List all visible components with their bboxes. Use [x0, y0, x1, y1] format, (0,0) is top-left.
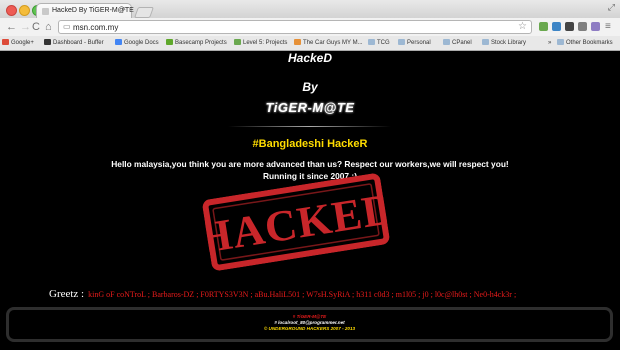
message: Hello malaysia,you think you are more ad… — [0, 158, 620, 182]
extension-icon[interactable] — [578, 22, 587, 31]
greetz-names: kinG oF coNTroL ; Barbaros-DZ ; F0RTYS3V… — [88, 290, 517, 299]
divider — [228, 126, 391, 127]
tab-close-icon[interactable]: × — [122, 6, 126, 13]
browser-tab[interactable]: HackeD By TiGER-M@TE × — [36, 3, 134, 18]
hacker-name: TiGER-M@TE — [265, 100, 355, 115]
bookmark-folder[interactable]: Personal — [398, 38, 431, 48]
footer-box: # TiGER-M@TE # localroot_80@programmer.n… — [6, 307, 613, 342]
other-bookmarks[interactable]: Other Bookmarks — [557, 38, 613, 48]
reload-icon[interactable]: C — [32, 20, 40, 34]
bookmarks-overflow-icon[interactable]: » — [548, 38, 551, 48]
google-docs-icon — [115, 39, 122, 46]
bookmark-item[interactable]: Level 5: Projects — [234, 38, 287, 48]
address-bar[interactable]: ▭ msn.com.my ☆ — [58, 20, 532, 34]
folder-icon — [482, 39, 489, 46]
message-line-1: Hello malaysia,you think you are more ad… — [111, 159, 509, 169]
bookmark-item[interactable]: The Car Guys MY M... — [294, 38, 363, 48]
browser-toolbar: ← → C ⌂ ▭ msn.com.my ☆ ≡ — [0, 18, 620, 36]
basecamp-icon — [166, 39, 173, 46]
bookmark-item[interactable]: Basecamp Projects — [166, 38, 227, 48]
bookmark-item[interactable]: Google+ — [2, 38, 34, 48]
level5-icon — [234, 39, 241, 46]
tab-favicon-icon — [42, 8, 49, 15]
footer-copyright: © UNDERGROUND HACKERS 2007 - 2013 — [263, 326, 356, 331]
bookmark-star-icon[interactable]: ☆ — [518, 21, 527, 32]
extension-icon[interactable] — [591, 22, 600, 31]
page-icon — [294, 39, 301, 46]
url-text[interactable]: msn.com.my — [73, 23, 118, 32]
menu-icon[interactable]: ≡ — [605, 20, 611, 34]
home-icon[interactable]: ⌂ — [45, 20, 52, 34]
extension-icon[interactable] — [552, 22, 561, 31]
google-plus-icon — [2, 39, 9, 46]
bookmarks-bar: Google+ Dashboard - Buffer Google Docs B… — [0, 36, 620, 51]
folder-icon — [398, 39, 405, 46]
window-minimize-icon[interactable] — [19, 5, 30, 16]
bookmark-folder[interactable]: Stock Library — [482, 38, 526, 48]
buffer-icon — [44, 39, 51, 46]
folder-icon — [557, 39, 564, 46]
bookmark-item[interactable]: Dashboard - Buffer — [44, 38, 104, 48]
fullscreen-icon[interactable]: ⤢ — [608, 2, 615, 13]
buffer-extension-icon[interactable] — [565, 22, 574, 31]
greetz-line: Greetz : kinG oF coNTroL ; Barbaros-DZ ;… — [49, 284, 516, 302]
back-icon[interactable]: ← — [6, 20, 17, 34]
folder-icon — [443, 39, 450, 46]
extension-icon[interactable] — [539, 22, 548, 31]
greetz-label: Greetz : — [49, 288, 85, 300]
bookmark-folder[interactable]: CPanel — [443, 38, 472, 48]
page-info-icon[interactable]: ▭ — [63, 22, 71, 31]
message-line-2: Running it since 2007 :) — [262, 171, 357, 181]
hacked-stamp-image: HACKED — [201, 173, 391, 271]
browser-titlebar: HackeD By TiGER-M@TE × ⤢ — [0, 0, 620, 19]
page-title: HackeD — [287, 51, 333, 65]
bookmark-folder[interactable]: TCG — [368, 38, 390, 48]
forward-icon[interactable]: → — [20, 20, 31, 34]
subtitle: #Bangladeshi HackeR — [252, 138, 368, 150]
bookmark-item[interactable]: Google Docs — [115, 38, 159, 48]
page-content: HackeD By TiGER-M@TE #Bangladeshi HackeR… — [0, 51, 620, 350]
page-title-by: By — [302, 80, 318, 94]
window-close-icon[interactable] — [6, 5, 17, 16]
folder-icon — [368, 39, 375, 46]
new-tab-button[interactable] — [133, 7, 155, 18]
